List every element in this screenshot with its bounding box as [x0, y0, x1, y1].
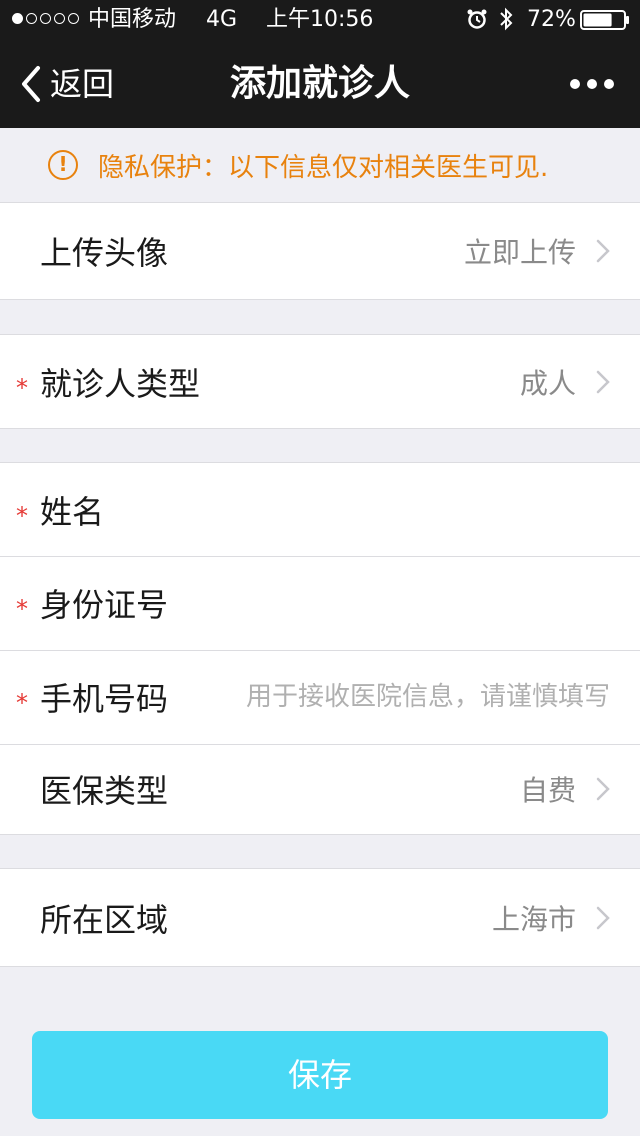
more-icon[interactable] [570, 76, 614, 92]
phone-input[interactable] [200, 677, 610, 717]
network-type: 4G [206, 7, 238, 32]
personal-info-group: * 姓名 * 身份证号 * 手机号码 医保类型 自费 [0, 462, 640, 835]
patient-type-group: * 就诊人类型 成人 [0, 334, 640, 429]
name-input[interactable] [200, 489, 610, 530]
name-row[interactable]: * 姓名 [0, 463, 640, 556]
avatar-group: 上传头像 立即上传 [0, 202, 640, 300]
chevron-right-icon [596, 239, 610, 263]
region-label: 所在区域 [40, 900, 169, 939]
region-value: 上海市 [491, 902, 576, 936]
upload-avatar-label: 上传头像 [40, 234, 169, 272]
status-time: 上午10:56 [266, 7, 374, 32]
alarm-icon [466, 8, 488, 37]
upload-avatar-row[interactable]: 上传头像 立即上传 [0, 203, 640, 299]
navigation-bar: 返回 添加就诊人 [0, 40, 640, 128]
upload-avatar-value: 立即上传 [463, 236, 576, 269]
chevron-right-icon [596, 370, 610, 393]
region-row[interactable]: 所在区域 上海市 [0, 869, 640, 966]
required-mark: * [16, 689, 28, 717]
patient-type-label: 就诊人类型 [40, 364, 201, 403]
required-mark: * [16, 373, 28, 402]
page-title: 添加就诊人 [229, 63, 410, 104]
bluetooth-icon [498, 6, 514, 39]
insurance-type-value: 自费 [519, 774, 576, 807]
battery-icon [580, 10, 630, 37]
battery-percentage: 72% [527, 7, 576, 32]
id-number-label: 身份证号 [40, 586, 169, 624]
patient-type-value: 成人 [519, 366, 576, 400]
insurance-type-label: 医保类型 [40, 772, 169, 810]
region-group: 所在区域 上海市 [0, 868, 640, 967]
chevron-right-icon [596, 777, 610, 801]
patient-type-row[interactable]: * 就诊人类型 成人 [0, 335, 640, 428]
phone-label: 手机号码 [40, 680, 169, 718]
carrier-name: 中国移动 [88, 7, 177, 32]
signal-strength-icon [12, 13, 79, 24]
id-number-input[interactable] [200, 583, 610, 623]
privacy-notice-text: 隐私保护：以下信息仅对相关医生可见. [98, 152, 549, 183]
name-label: 姓名 [40, 492, 105, 531]
phone-row[interactable]: * 手机号码 [0, 650, 640, 744]
required-mark: * [16, 501, 28, 530]
back-button[interactable]: 返回 [18, 62, 114, 106]
chevron-right-icon [596, 906, 610, 929]
status-bar: 中国移动 4G 上午10:56 72% [0, 0, 640, 40]
back-label: 返回 [50, 65, 115, 103]
save-button[interactable]: 保存 [32, 1031, 608, 1119]
required-mark: * [16, 595, 28, 623]
insurance-type-row[interactable]: 医保类型 自费 [0, 744, 640, 834]
privacy-notice: ! 隐私保护：以下信息仅对相关医生可见. [0, 128, 640, 202]
warning-icon: ! [48, 150, 78, 180]
id-number-row[interactable]: * 身份证号 [0, 556, 640, 650]
back-chevron-icon [22, 66, 40, 102]
